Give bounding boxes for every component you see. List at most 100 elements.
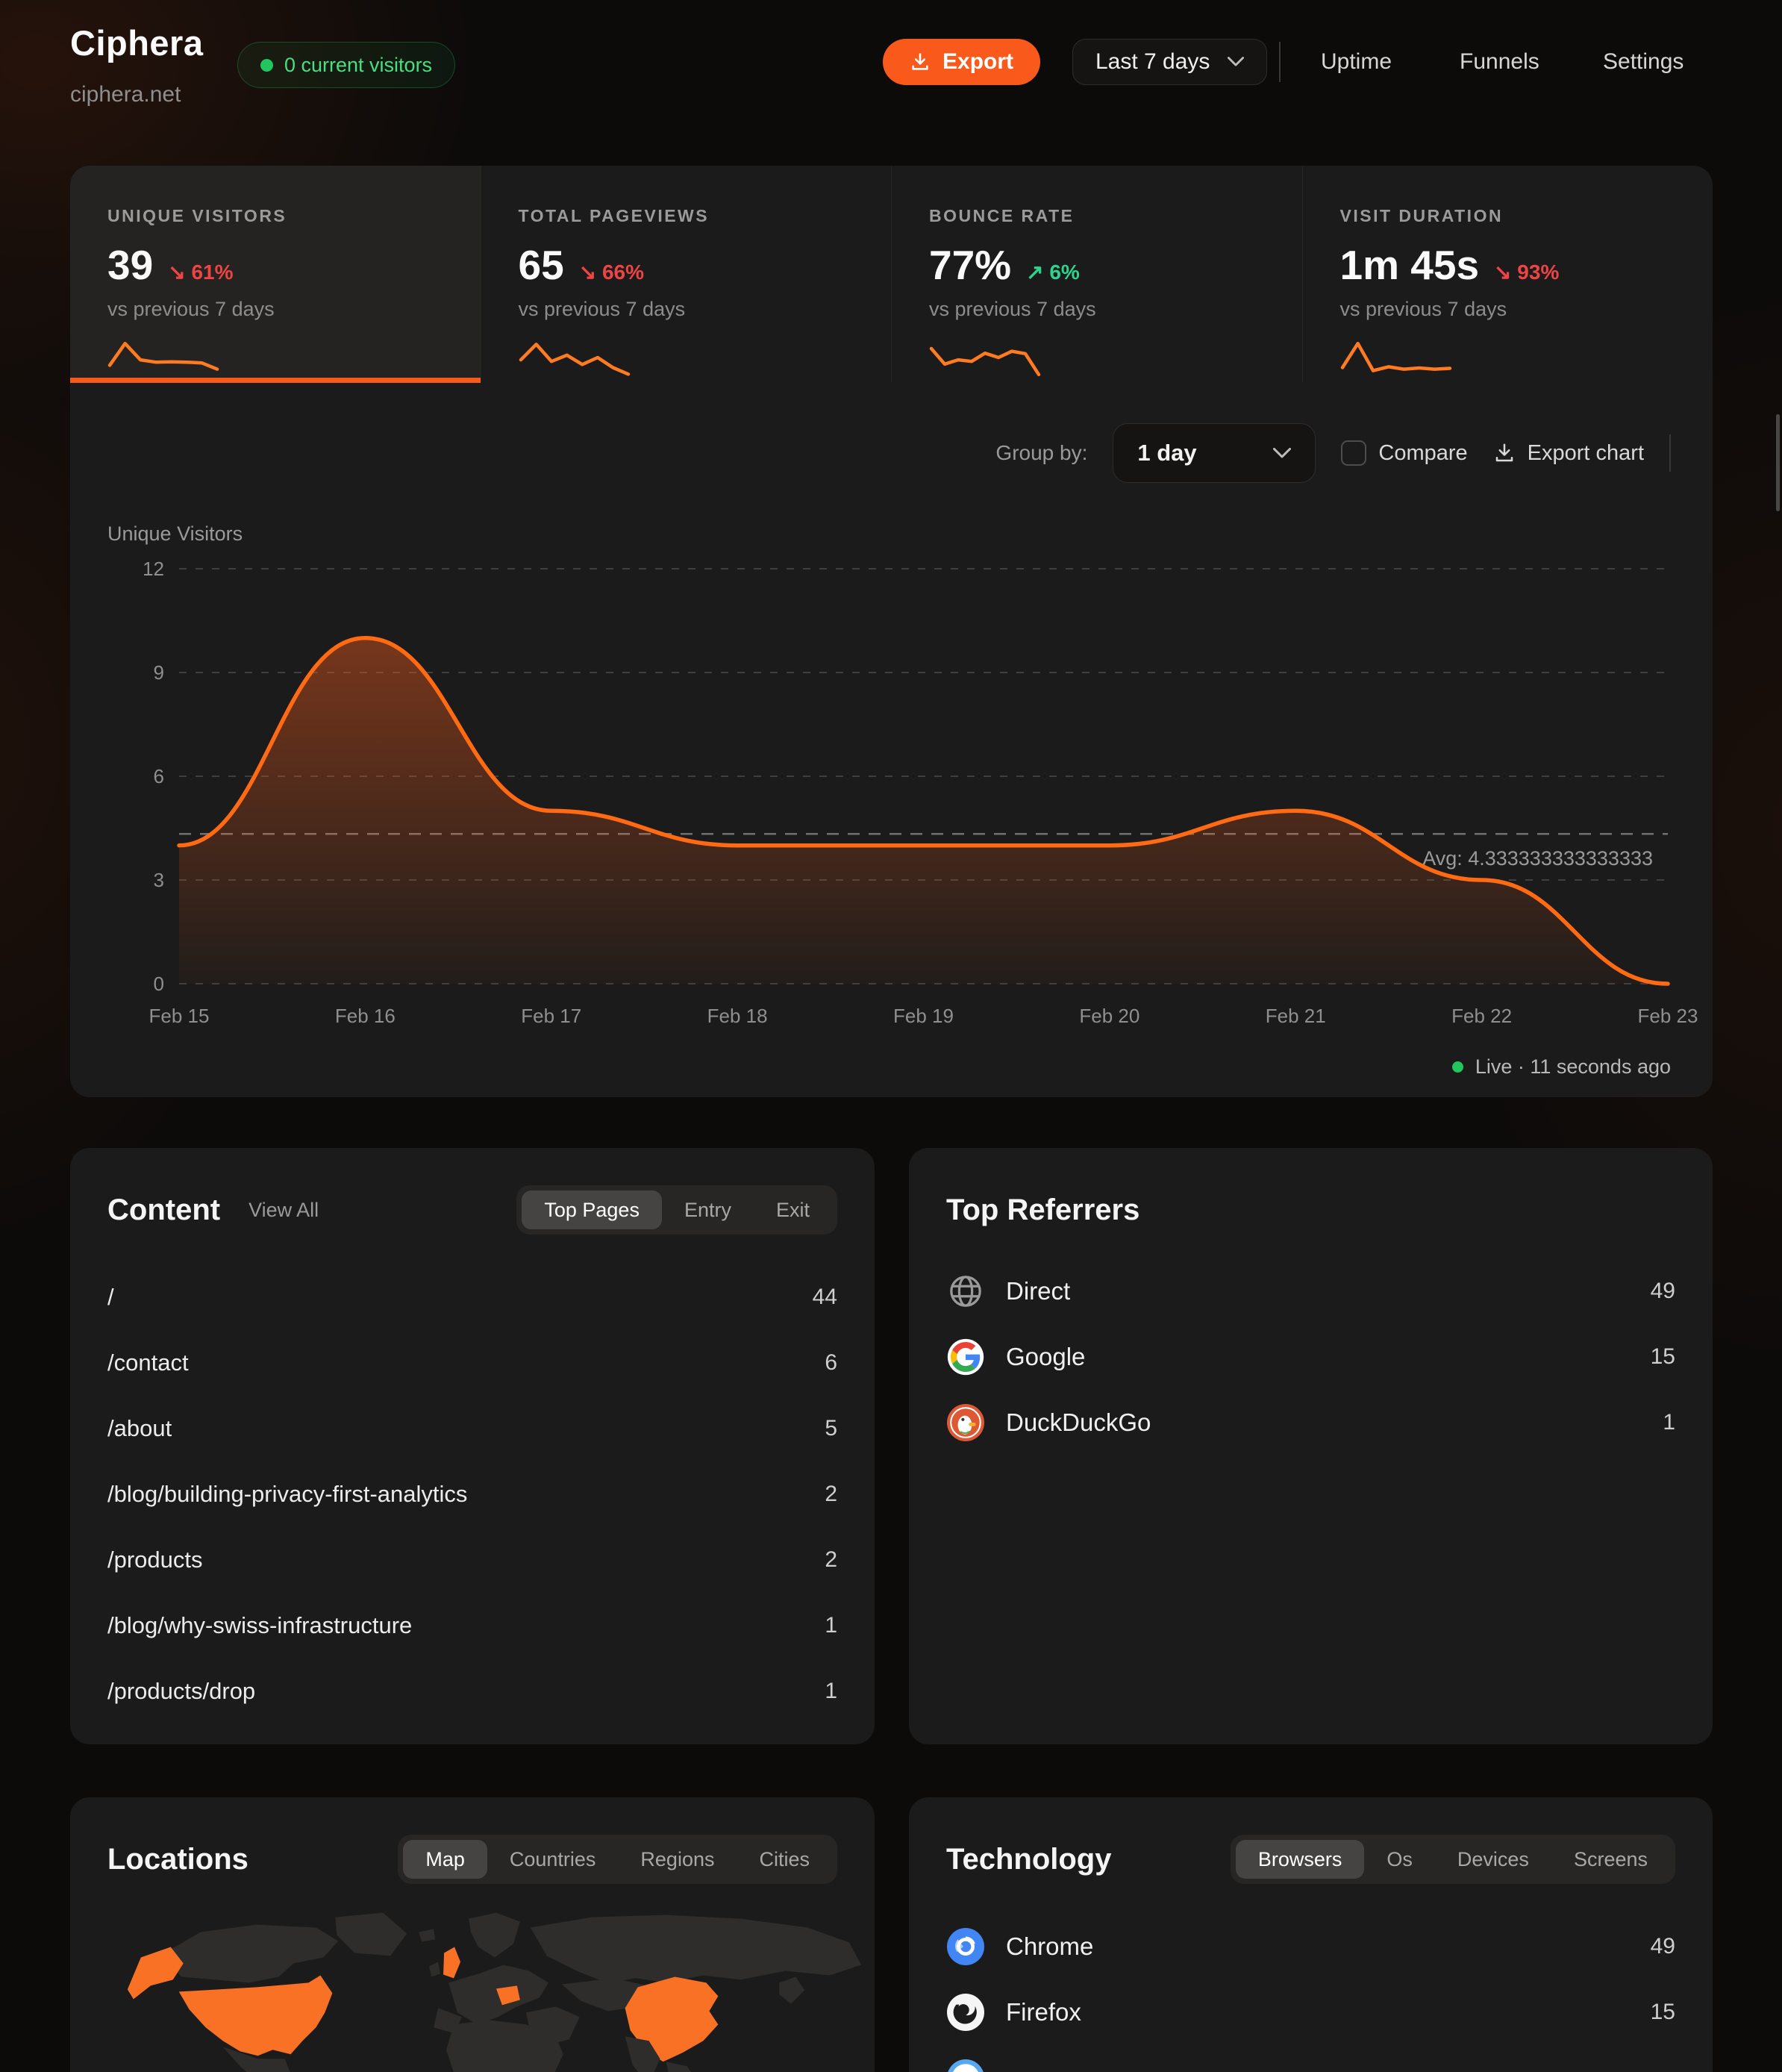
svg-text:6: 6 [154, 765, 164, 787]
map-region-japan [779, 1976, 804, 2003]
firefox-icon [946, 1993, 985, 2032]
tab-screens[interactable]: Screens [1551, 1840, 1670, 1879]
content-row[interactable]: /products/drop1 [107, 1658, 837, 1724]
globe-icon [946, 1272, 985, 1311]
tab-cities[interactable]: Cities [737, 1840, 832, 1879]
safari-icon [946, 2059, 985, 2072]
referrer-row[interactable]: Google 15 [946, 1324, 1675, 1390]
svg-text:Feb 17: Feb 17 [521, 1005, 581, 1027]
tab-regions[interactable]: Regions [618, 1840, 737, 1879]
technology-row-partial[interactable] [946, 2045, 1675, 2072]
locations-tabs: Map Countries Regions Cities [398, 1835, 837, 1884]
chrome-icon [946, 1927, 985, 1966]
referrer-row[interactable]: DuckDuckGo 1 [946, 1390, 1675, 1455]
scrollbar[interactable] [1776, 414, 1780, 511]
svg-text:12: 12 [143, 558, 164, 580]
site-domain: ciphera.net [70, 82, 181, 107]
content-row[interactable]: /products2 [107, 1527, 837, 1593]
svg-text:Feb 18: Feb 18 [707, 1005, 768, 1027]
compare-label: Compare [1378, 441, 1467, 466]
export-label: Export [942, 49, 1013, 75]
tab-browsers[interactable]: Browsers [1236, 1840, 1365, 1879]
stat-label: VISIT DURATION [1340, 206, 1713, 226]
stat-delta: ↗ 6% [1026, 260, 1080, 284]
stat-card-bounce-rate[interactable]: BOUNCE RATE 77% ↗ 6% vs previous 7 days [891, 166, 1302, 383]
tab-countries[interactable]: Countries [487, 1840, 619, 1879]
tab-map[interactable]: Map [403, 1840, 487, 1879]
export-button[interactable]: Export [883, 39, 1040, 85]
svg-text:Feb 23: Feb 23 [1638, 1005, 1698, 1027]
green-dot-icon [260, 59, 273, 72]
live-status-label: Live · 11 seconds ago [1475, 1055, 1671, 1079]
tab-devices[interactable]: Devices [1435, 1840, 1551, 1879]
download-icon [1493, 442, 1516, 464]
tab-top-pages[interactable]: Top Pages [522, 1191, 662, 1229]
tab-os[interactable]: Os [1364, 1840, 1435, 1879]
map-region-iceland [419, 1929, 435, 1942]
stat-value: 39 [107, 241, 153, 289]
current-visitors-badge: 0 current visitors [237, 42, 455, 88]
nav-uptime[interactable]: Uptime [1321, 49, 1392, 75]
map-region-se-asia [666, 2062, 698, 2072]
map-region-russia [531, 1915, 861, 1983]
sparkline-chart [1340, 334, 1452, 382]
nav-funnels[interactable]: Funnels [1460, 49, 1539, 75]
map-country-usa [179, 1975, 333, 2056]
stats-row: UNIQUE VISITORS 39 ↘ 61% vs previous 7 d… [70, 166, 1713, 383]
content-row[interactable]: /about5 [107, 1396, 837, 1461]
stat-value: 77% [929, 241, 1011, 289]
current-visitors-label: 0 current visitors [284, 54, 432, 77]
live-status: Live · 11 seconds ago [1452, 1055, 1671, 1079]
content-row[interactable]: /blog/building-privacy-first-analytics2 [107, 1461, 837, 1527]
map-region-greenland [335, 1913, 407, 1956]
world-map [70, 1911, 875, 2072]
sparkline-chart [929, 334, 1041, 382]
map-region-ireland [429, 1962, 440, 1976]
export-chart-button[interactable]: Export chart [1493, 441, 1644, 466]
export-chart-label: Export chart [1528, 441, 1644, 466]
tab-exit[interactable]: Exit [754, 1191, 832, 1229]
group-by-dropdown[interactable]: 1 day [1113, 423, 1316, 483]
header-divider [1279, 42, 1281, 82]
stat-comparison-label: vs previous 7 days [929, 298, 1302, 321]
svg-text:3: 3 [154, 869, 164, 891]
content-title: Content [107, 1193, 220, 1227]
stat-comparison-label: vs previous 7 days [519, 298, 892, 321]
dashboard: Ciphera ciphera.net 0 current visitors E… [0, 0, 1782, 2072]
group-by-value: 1 day [1137, 440, 1196, 466]
map-region-canada [160, 1925, 339, 1983]
tab-entry[interactable]: Entry [662, 1191, 754, 1229]
stat-value: 1m 45s [1340, 241, 1480, 289]
duckduckgo-icon [946, 1403, 985, 1442]
content-row[interactable]: /blog/why-swiss-infrastructure1 [107, 1593, 837, 1658]
compare-checkbox[interactable] [1341, 440, 1366, 466]
view-all-link[interactable]: View All [248, 1199, 319, 1222]
live-dot-icon [1452, 1061, 1463, 1073]
date-range-value: Last 7 days [1095, 49, 1210, 75]
stat-card-unique-visitors[interactable]: UNIQUE VISITORS 39 ↘ 61% vs previous 7 d… [70, 166, 481, 383]
date-range-dropdown[interactable]: Last 7 days [1072, 39, 1267, 85]
stat-card-total-pageviews[interactable]: TOTAL PAGEVIEWS 65 ↘ 66% vs previous 7 d… [481, 166, 892, 383]
content-panel: Content View All Top Pages Entry Exit /4… [70, 1148, 875, 1744]
map-region-scandinavia [469, 1913, 520, 1958]
google-icon [946, 1338, 985, 1376]
sparkline-chart [107, 334, 219, 382]
content-row[interactable]: /44 [107, 1264, 837, 1330]
stat-label: TOTAL PAGEVIEWS [519, 206, 892, 226]
compare-toggle[interactable]: Compare [1341, 440, 1467, 466]
referrers-title: Top Referrers [946, 1193, 1139, 1227]
technology-row[interactable]: Chrome 49 [946, 1914, 1675, 1979]
svg-text:Avg: 4.333333333333333: Avg: 4.333333333333333 [1422, 847, 1653, 870]
stat-card-visit-duration[interactable]: VISIT DURATION 1m 45s ↘ 93% vs previous … [1302, 166, 1713, 383]
brand-logo: Ciphera [70, 22, 204, 63]
technology-row[interactable]: Firefox 15 [946, 1979, 1675, 2045]
chevron-down-icon [1273, 448, 1291, 459]
stat-value: 65 [519, 241, 564, 289]
technology-tabs: Browsers Os Devices Screens [1231, 1835, 1675, 1884]
referrer-row[interactable]: Direct 49 [946, 1258, 1675, 1324]
content-row[interactable]: /contact6 [107, 1330, 837, 1396]
svg-text:0: 0 [154, 973, 164, 995]
technology-title: Technology [946, 1843, 1111, 1876]
nav-settings[interactable]: Settings [1603, 49, 1683, 75]
technology-rows: Chrome 49 Firefox 15 [946, 1914, 1675, 2072]
